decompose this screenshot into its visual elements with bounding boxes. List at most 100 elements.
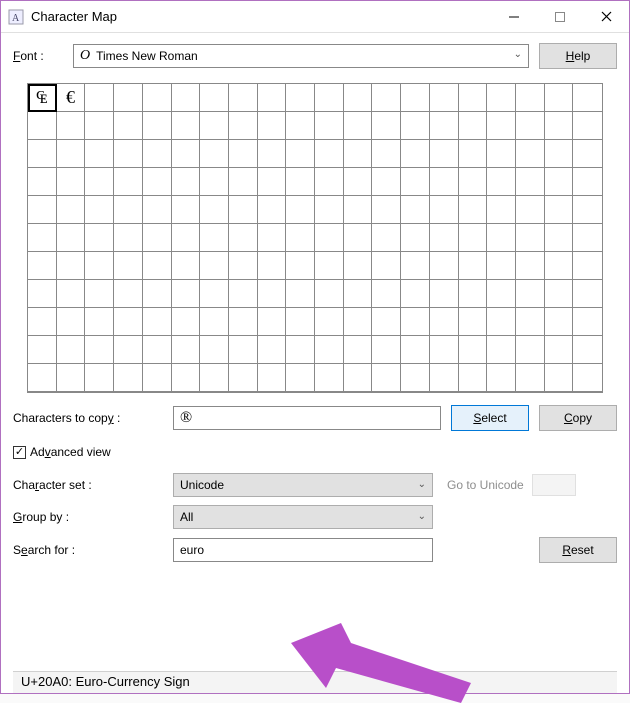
grid-cell[interactable] (401, 280, 430, 308)
grid-cell[interactable] (114, 336, 143, 364)
grid-cell[interactable] (172, 112, 201, 140)
grid-cell[interactable] (315, 196, 344, 224)
grid-cell[interactable] (28, 280, 57, 308)
grid-cell[interactable] (516, 196, 545, 224)
grid-cell[interactable] (459, 140, 488, 168)
grid-cell[interactable] (516, 308, 545, 336)
grid-cell[interactable] (286, 336, 315, 364)
grid-cell[interactable] (229, 336, 258, 364)
grid-cell[interactable] (28, 140, 57, 168)
grid-cell[interactable] (315, 84, 344, 112)
grid-cell[interactable] (516, 168, 545, 196)
grid-cell[interactable] (200, 364, 229, 392)
grid-cell[interactable] (344, 140, 373, 168)
grid-cell[interactable] (344, 280, 373, 308)
grid-cell[interactable] (114, 84, 143, 112)
grid-cell[interactable] (200, 168, 229, 196)
grid-cell[interactable] (344, 336, 373, 364)
grid-cell[interactable] (344, 196, 373, 224)
grid-cell[interactable] (57, 224, 86, 252)
grid-cell[interactable] (344, 112, 373, 140)
grid-cell[interactable] (573, 140, 602, 168)
grid-cell[interactable] (372, 224, 401, 252)
grid-cell[interactable] (28, 364, 57, 392)
grid-cell[interactable] (28, 308, 57, 336)
grid-cell[interactable] (545, 140, 574, 168)
grid-cell[interactable] (401, 224, 430, 252)
grid-cell[interactable] (28, 112, 57, 140)
grid-cell[interactable] (57, 196, 86, 224)
grid-cell[interactable]: ₠ (28, 84, 57, 112)
grid-cell[interactable] (545, 196, 574, 224)
grid-cell[interactable] (85, 252, 114, 280)
grid-cell[interactable] (487, 196, 516, 224)
grid-cell[interactable] (28, 336, 57, 364)
grid-cell[interactable] (372, 308, 401, 336)
grid-cell[interactable] (315, 364, 344, 392)
grid-cell[interactable] (258, 280, 287, 308)
grid-cell[interactable] (401, 364, 430, 392)
grid-cell[interactable] (286, 140, 315, 168)
grid-cell[interactable] (258, 308, 287, 336)
grid-cell[interactable] (459, 252, 488, 280)
grid-cell[interactable] (85, 308, 114, 336)
grid-cell[interactable] (430, 308, 459, 336)
grid-cell[interactable] (487, 168, 516, 196)
grid-cell[interactable] (372, 280, 401, 308)
grid-cell[interactable] (258, 196, 287, 224)
grid-cell[interactable] (172, 308, 201, 336)
grid-cell[interactable] (286, 196, 315, 224)
grid-cell[interactable] (573, 224, 602, 252)
grid-cell[interactable] (114, 280, 143, 308)
grid-cell[interactable] (57, 168, 86, 196)
grid-cell[interactable] (57, 364, 86, 392)
grid-cell[interactable] (487, 336, 516, 364)
grid-cell[interactable] (143, 224, 172, 252)
grid-cell[interactable] (85, 84, 114, 112)
grid-cell[interactable] (114, 196, 143, 224)
grid-cell[interactable] (315, 252, 344, 280)
grid-cell[interactable] (200, 196, 229, 224)
grid-cell[interactable] (516, 364, 545, 392)
grid-cell[interactable] (200, 336, 229, 364)
grid-cell[interactable] (430, 84, 459, 112)
grid-cell[interactable] (573, 280, 602, 308)
grid-cell[interactable] (315, 168, 344, 196)
grid-cell[interactable] (57, 252, 86, 280)
grid-cell[interactable] (200, 112, 229, 140)
grid-cell[interactable] (172, 252, 201, 280)
grid-cell[interactable] (487, 252, 516, 280)
grid-cell[interactable] (229, 224, 258, 252)
grid-cell[interactable] (459, 308, 488, 336)
grid-cell[interactable] (143, 364, 172, 392)
grid-cell[interactable] (114, 140, 143, 168)
grid-cell[interactable] (172, 336, 201, 364)
close-button[interactable] (583, 1, 629, 33)
grid-cell[interactable] (516, 112, 545, 140)
grid-cell[interactable] (573, 308, 602, 336)
charset-dropdown[interactable]: Unicode ⌄ (173, 473, 433, 497)
grid-cell[interactable] (114, 308, 143, 336)
grid-cell[interactable] (85, 196, 114, 224)
grid-cell[interactable] (114, 252, 143, 280)
grid-cell[interactable] (372, 252, 401, 280)
grid-cell[interactable] (200, 140, 229, 168)
grid-cell[interactable] (258, 336, 287, 364)
grid-cell[interactable] (258, 364, 287, 392)
grid-cell[interactable] (372, 84, 401, 112)
grid-cell[interactable] (487, 112, 516, 140)
grid-cell[interactable] (430, 280, 459, 308)
grid-cell[interactable] (315, 140, 344, 168)
grid-cell[interactable] (344, 224, 373, 252)
grid-cell[interactable] (430, 112, 459, 140)
grid-cell[interactable] (459, 196, 488, 224)
grid-cell[interactable] (573, 196, 602, 224)
advanced-view-checkbox[interactable]: ✓ (13, 446, 26, 459)
grid-cell[interactable] (286, 364, 315, 392)
grid-cell[interactable] (430, 364, 459, 392)
grid-cell[interactable] (545, 280, 574, 308)
grid-cell[interactable] (459, 84, 488, 112)
reset-button[interactable]: Reset (539, 537, 617, 563)
grid-cell[interactable] (516, 252, 545, 280)
grid-cell[interactable] (229, 252, 258, 280)
